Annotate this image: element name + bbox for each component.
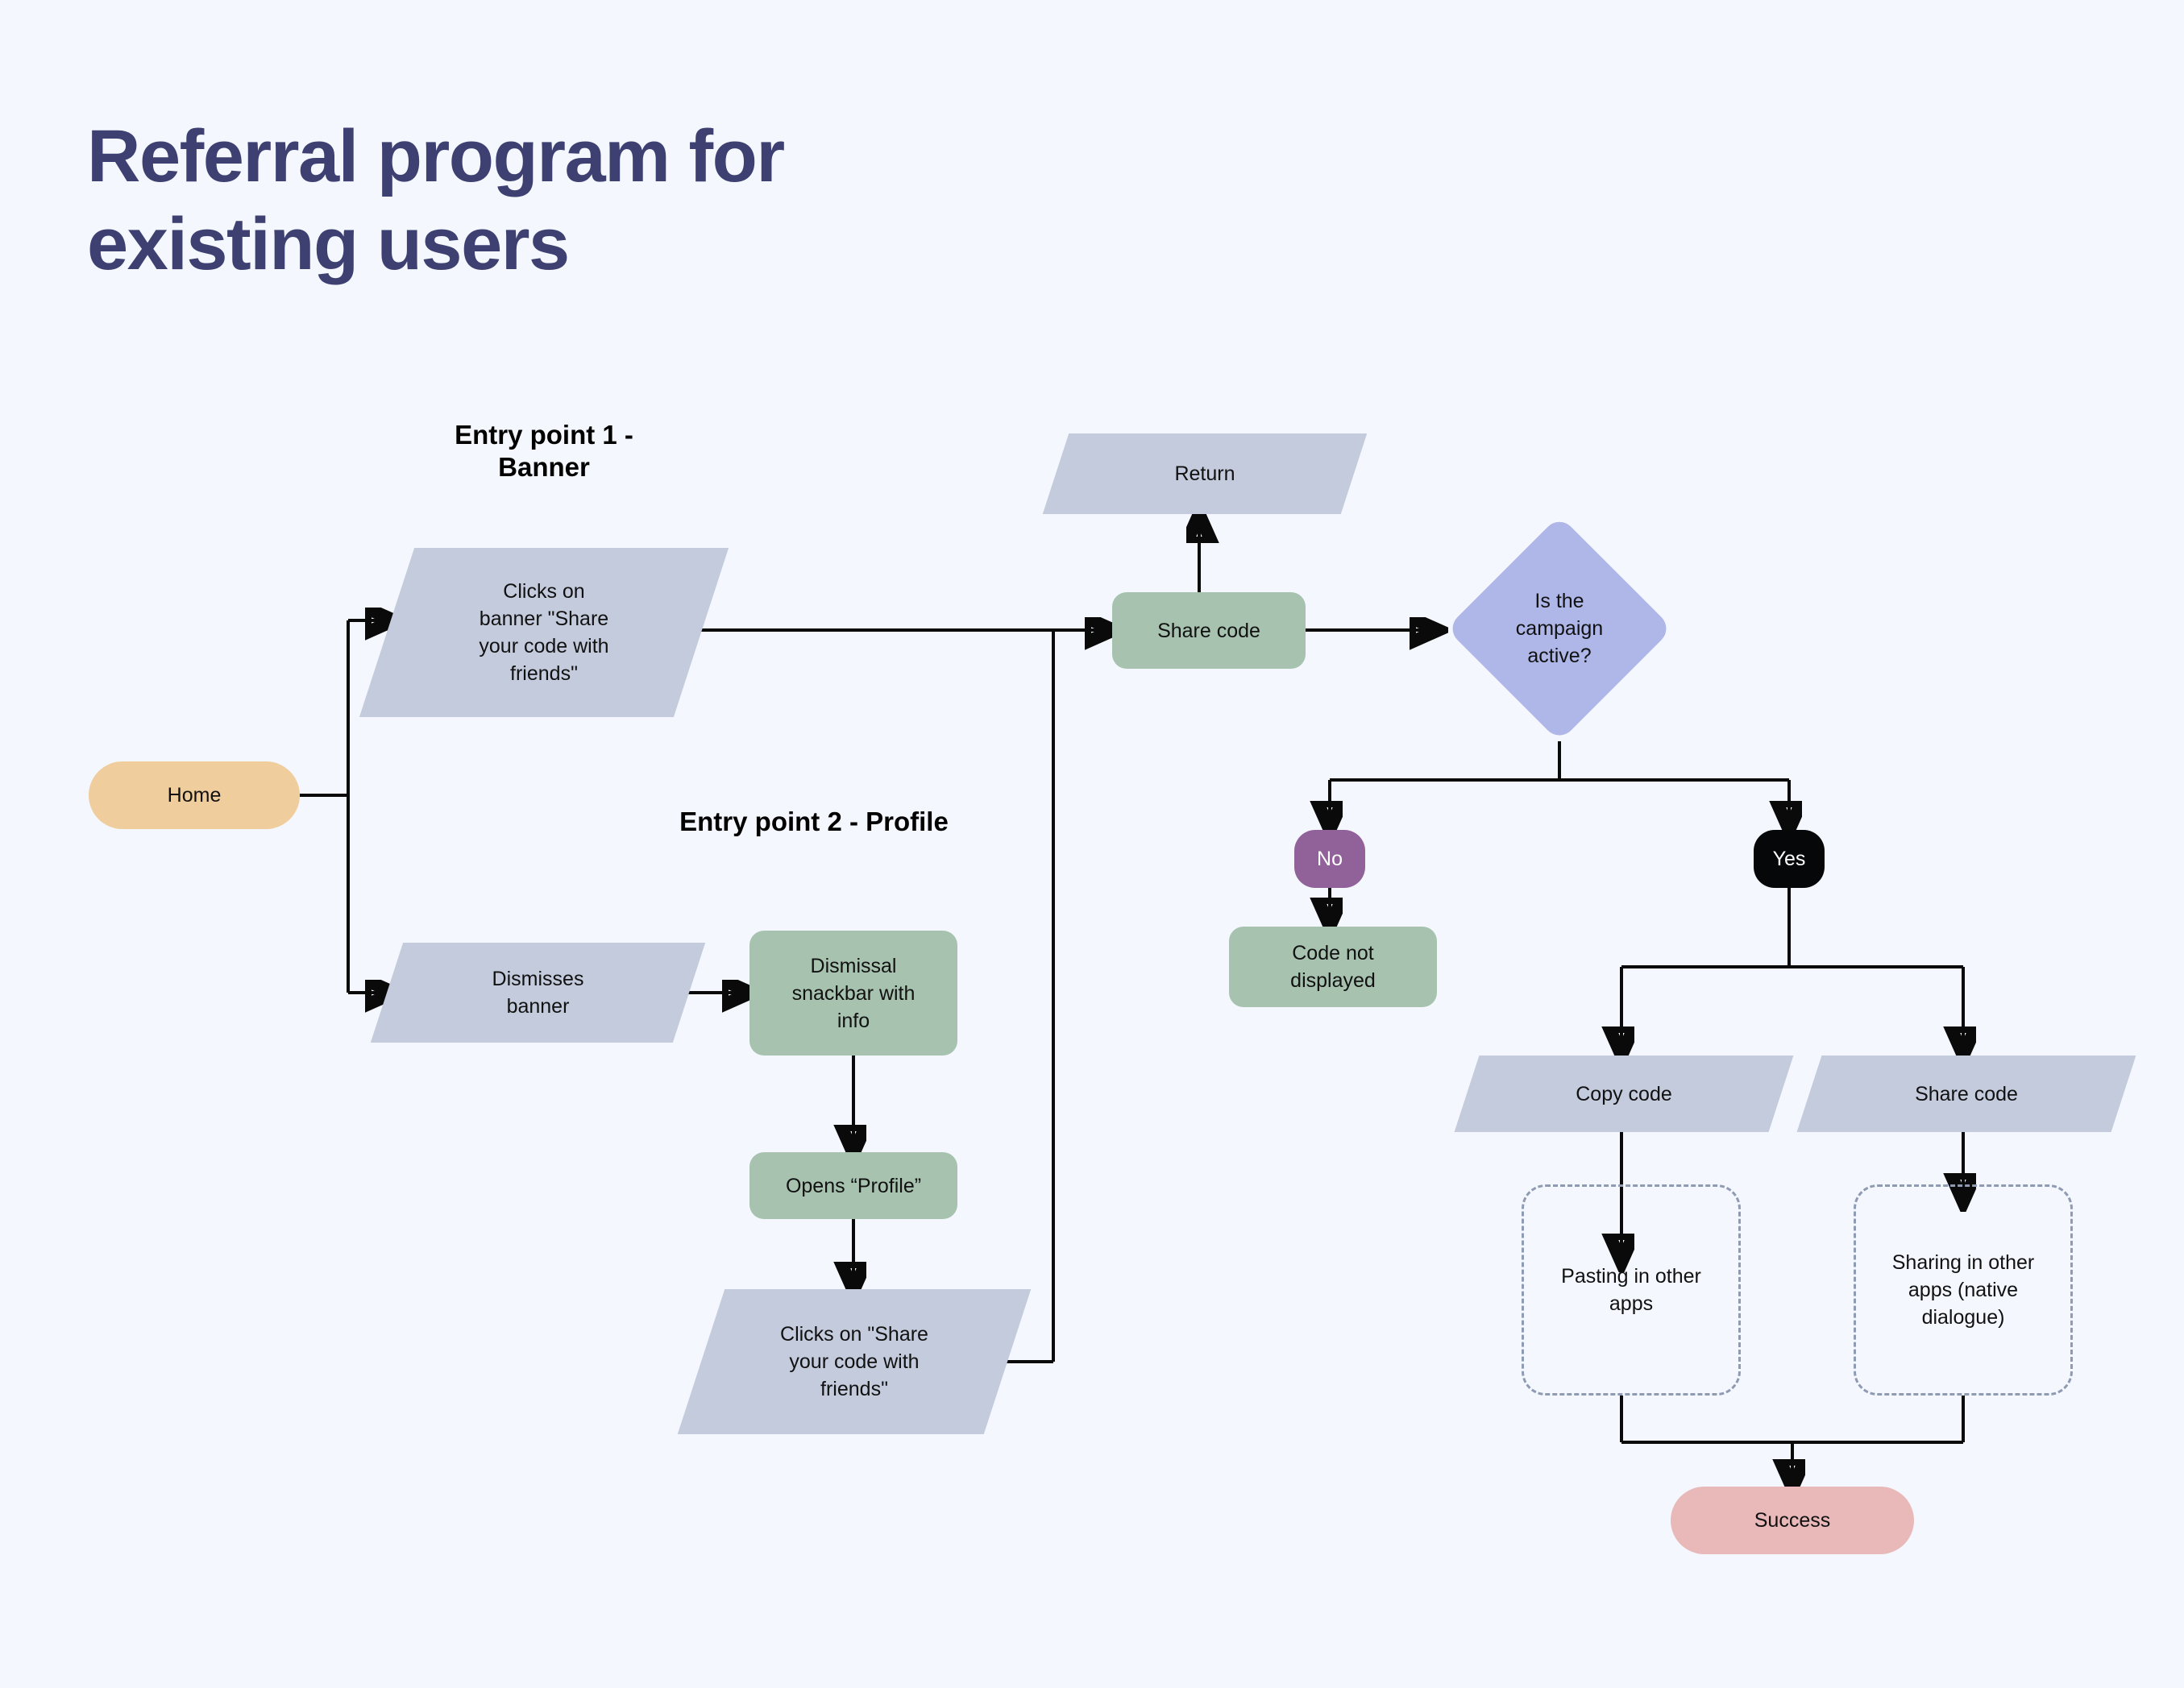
- node-share-code-main[interactable]: Share code: [1112, 592, 1306, 669]
- node-dismissal-snackbar-label: Dismissal snackbar with info: [791, 954, 916, 1032]
- node-share-code-branch-label: Share code: [1915, 1082, 2018, 1105]
- node-success[interactable]: Success: [1671, 1487, 1914, 1554]
- heading-entry-point-1: Entry point 1 - Banner: [455, 420, 633, 483]
- node-sharing-other-apps[interactable]: Sharing in other apps (native dialogue): [1854, 1184, 2073, 1396]
- node-pasting-other-apps[interactable]: Pasting in other apps: [1522, 1184, 1741, 1396]
- badge-yes-label: Yes: [1772, 847, 1806, 870]
- node-return-label: Return: [1174, 462, 1235, 485]
- node-campaign-active-decision[interactable]: Is the campaign active?: [1446, 515, 1673, 742]
- node-code-not-displayed-label: Code not displayed: [1290, 942, 1376, 992]
- node-clicks-banner[interactable]: Clicks on banner "Share your code with f…: [359, 548, 729, 717]
- node-dismissal-snackbar[interactable]: Dismissal snackbar with info: [749, 931, 957, 1056]
- node-opens-profile[interactable]: Opens “Profile”: [749, 1152, 957, 1219]
- node-clicks-share-profile[interactable]: Clicks on "Share your code with friends": [677, 1289, 1032, 1434]
- node-pasting-other-apps-label: Pasting in other apps: [1561, 1265, 1701, 1315]
- node-opens-profile-label: Opens “Profile”: [785, 1174, 922, 1197]
- node-success-label: Success: [1754, 1509, 1831, 1532]
- heading-entry-point-2: Entry point 2 - Profile: [679, 807, 949, 836]
- node-share-code-main-label: Share code: [1157, 619, 1260, 642]
- node-home-label: Home: [167, 784, 222, 807]
- node-share-code-branch[interactable]: Share code: [1796, 1056, 2136, 1132]
- node-sharing-other-apps-label: Sharing in other apps (native dialogue): [1891, 1251, 2035, 1329]
- badge-branch-yes[interactable]: Yes: [1754, 830, 1825, 888]
- flowchart-canvas: Referral program for existing users Entr…: [0, 0, 2184, 1688]
- node-copy-code-label: Copy code: [1576, 1082, 1672, 1105]
- badge-branch-no[interactable]: No: [1294, 830, 1365, 888]
- node-campaign-active-label: Is the campaign active?: [1515, 590, 1604, 667]
- node-dismisses-banner[interactable]: Dismisses banner: [370, 943, 706, 1043]
- node-code-not-displayed[interactable]: Code not displayed: [1229, 927, 1437, 1007]
- node-clicks-share-profile-label: Clicks on "Share your code with friends": [780, 1323, 928, 1400]
- node-copy-code[interactable]: Copy code: [1454, 1056, 1794, 1132]
- badge-no-label: No: [1317, 847, 1343, 870]
- node-clicks-banner-label: Clicks on banner "Share your code with f…: [479, 580, 609, 685]
- node-home[interactable]: Home: [89, 761, 300, 829]
- node-dismisses-banner-label: Dismisses banner: [492, 968, 584, 1018]
- page-title: Referral program for existing users: [87, 115, 785, 285]
- node-return[interactable]: Return: [1042, 433, 1368, 514]
